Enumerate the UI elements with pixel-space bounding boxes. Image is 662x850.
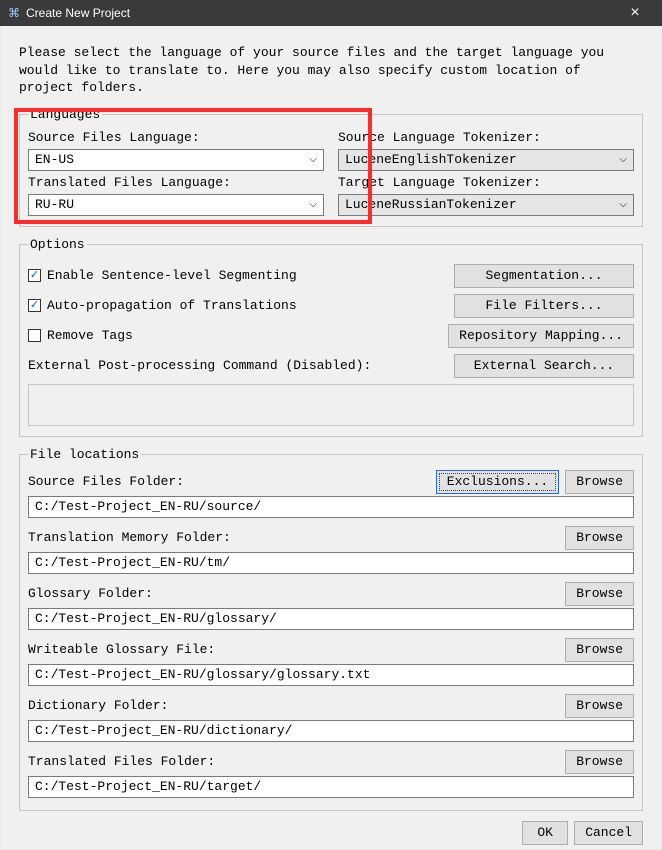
glossary-folder-field[interactable]: C:/Test-Project_EN-RU/glossary/ xyxy=(28,608,634,630)
repository-mapping-button[interactable]: Repository Mapping... xyxy=(448,324,634,348)
target-lang-value: RU-RU xyxy=(35,197,74,212)
dictionary-folder-field[interactable]: C:/Test-Project_EN-RU/dictionary/ xyxy=(28,720,634,742)
tm-folder-label: Translation Memory Folder: xyxy=(28,530,559,545)
remove-tags-checkbox[interactable]: Remove Tags xyxy=(28,328,133,343)
external-command-box xyxy=(28,384,634,426)
options-fieldset: Options ✓ Enable Sentence-level Segmenti… xyxy=(19,237,643,437)
languages-legend: Languages xyxy=(28,107,102,122)
browse-source-button[interactable]: Browse xyxy=(565,470,634,494)
chevron-down-icon: ⌵ xyxy=(619,199,627,210)
external-processing-label: External Post-processing Command (Disabl… xyxy=(28,358,371,373)
dialog-footer: OK Cancel xyxy=(19,821,643,845)
app-icon: ⌘ xyxy=(8,6,20,20)
target-tokenizer-select[interactable]: LuceneRussianTokenizer ⌵ xyxy=(338,194,634,216)
source-tokenizer-value: LuceneEnglishTokenizer xyxy=(345,152,517,167)
translated-folder-field[interactable]: C:/Test-Project_EN-RU/target/ xyxy=(28,776,634,798)
dictionary-folder-label: Dictionary Folder: xyxy=(28,698,559,713)
ok-button[interactable]: OK xyxy=(522,821,568,845)
file-locations-legend: File locations xyxy=(28,447,141,462)
checkbox-icon: ✓ xyxy=(28,269,41,282)
source-lang-select[interactable]: EN-US ⌵ xyxy=(28,149,324,171)
source-tokenizer-select[interactable]: LuceneEnglishTokenizer ⌵ xyxy=(338,149,634,171)
cancel-button[interactable]: Cancel xyxy=(574,821,643,845)
remove-tags-label: Remove Tags xyxy=(47,328,133,343)
tm-folder-field[interactable]: C:/Test-Project_EN-RU/tm/ xyxy=(28,552,634,574)
options-legend: Options xyxy=(28,237,87,252)
source-folder-field[interactable]: C:/Test-Project_EN-RU/source/ xyxy=(28,496,634,518)
window-title: Create New Project xyxy=(26,6,616,20)
browse-dictionary-button[interactable]: Browse xyxy=(565,694,634,718)
auto-propagation-label: Auto-propagation of Translations xyxy=(47,298,297,313)
writeable-glossary-label: Writeable Glossary File: xyxy=(28,642,559,657)
translated-folder-label: Translated Files Folder: xyxy=(28,754,559,769)
glossary-folder-label: Glossary Folder: xyxy=(28,586,559,601)
enable-segmenting-label: Enable Sentence-level Segmenting xyxy=(47,268,297,283)
source-lang-value: EN-US xyxy=(35,152,74,167)
checkbox-icon xyxy=(28,329,41,342)
browse-wglossary-button[interactable]: Browse xyxy=(565,638,634,662)
close-icon[interactable]: × xyxy=(616,4,654,22)
target-lang-label: Translated Files Language: xyxy=(28,175,324,190)
source-lang-label: Source Files Language: xyxy=(28,130,324,145)
target-tokenizer-value: LuceneRussianTokenizer xyxy=(345,197,517,212)
source-tokenizer-label: Source Language Tokenizer: xyxy=(338,130,634,145)
chevron-down-icon: ⌵ xyxy=(619,154,627,165)
target-lang-select[interactable]: RU-RU ⌵ xyxy=(28,194,324,216)
browse-tm-button[interactable]: Browse xyxy=(565,526,634,550)
browse-glossary-button[interactable]: Browse xyxy=(565,582,634,606)
dialog-content: Please select the language of your sourc… xyxy=(0,26,662,850)
title-bar: ⌘ Create New Project × xyxy=(0,0,662,26)
chevron-down-icon: ⌵ xyxy=(309,199,317,210)
chevron-down-icon: ⌵ xyxy=(309,154,317,165)
auto-propagation-checkbox[interactable]: ✓ Auto-propagation of Translations xyxy=(28,298,297,313)
source-folder-label: Source Files Folder: xyxy=(28,474,430,489)
browse-translated-button[interactable]: Browse xyxy=(565,750,634,774)
external-search-button[interactable]: External Search... xyxy=(454,354,634,378)
enable-segmenting-checkbox[interactable]: ✓ Enable Sentence-level Segmenting xyxy=(28,268,297,283)
segmentation-button[interactable]: Segmentation... xyxy=(454,264,634,288)
checkbox-icon: ✓ xyxy=(28,299,41,312)
writeable-glossary-field[interactable]: C:/Test-Project_EN-RU/glossary/glossary.… xyxy=(28,664,634,686)
file-locations-fieldset: File locations Source Files Folder: Excl… xyxy=(19,447,643,811)
exclusions-button[interactable]: Exclusions... xyxy=(436,470,559,494)
languages-fieldset: Languages Source Files Language: Source … xyxy=(19,107,643,227)
file-filters-button[interactable]: File Filters... xyxy=(454,294,634,318)
intro-text: Please select the language of your sourc… xyxy=(19,44,643,97)
target-tokenizer-label: Target Language Tokenizer: xyxy=(338,175,634,190)
